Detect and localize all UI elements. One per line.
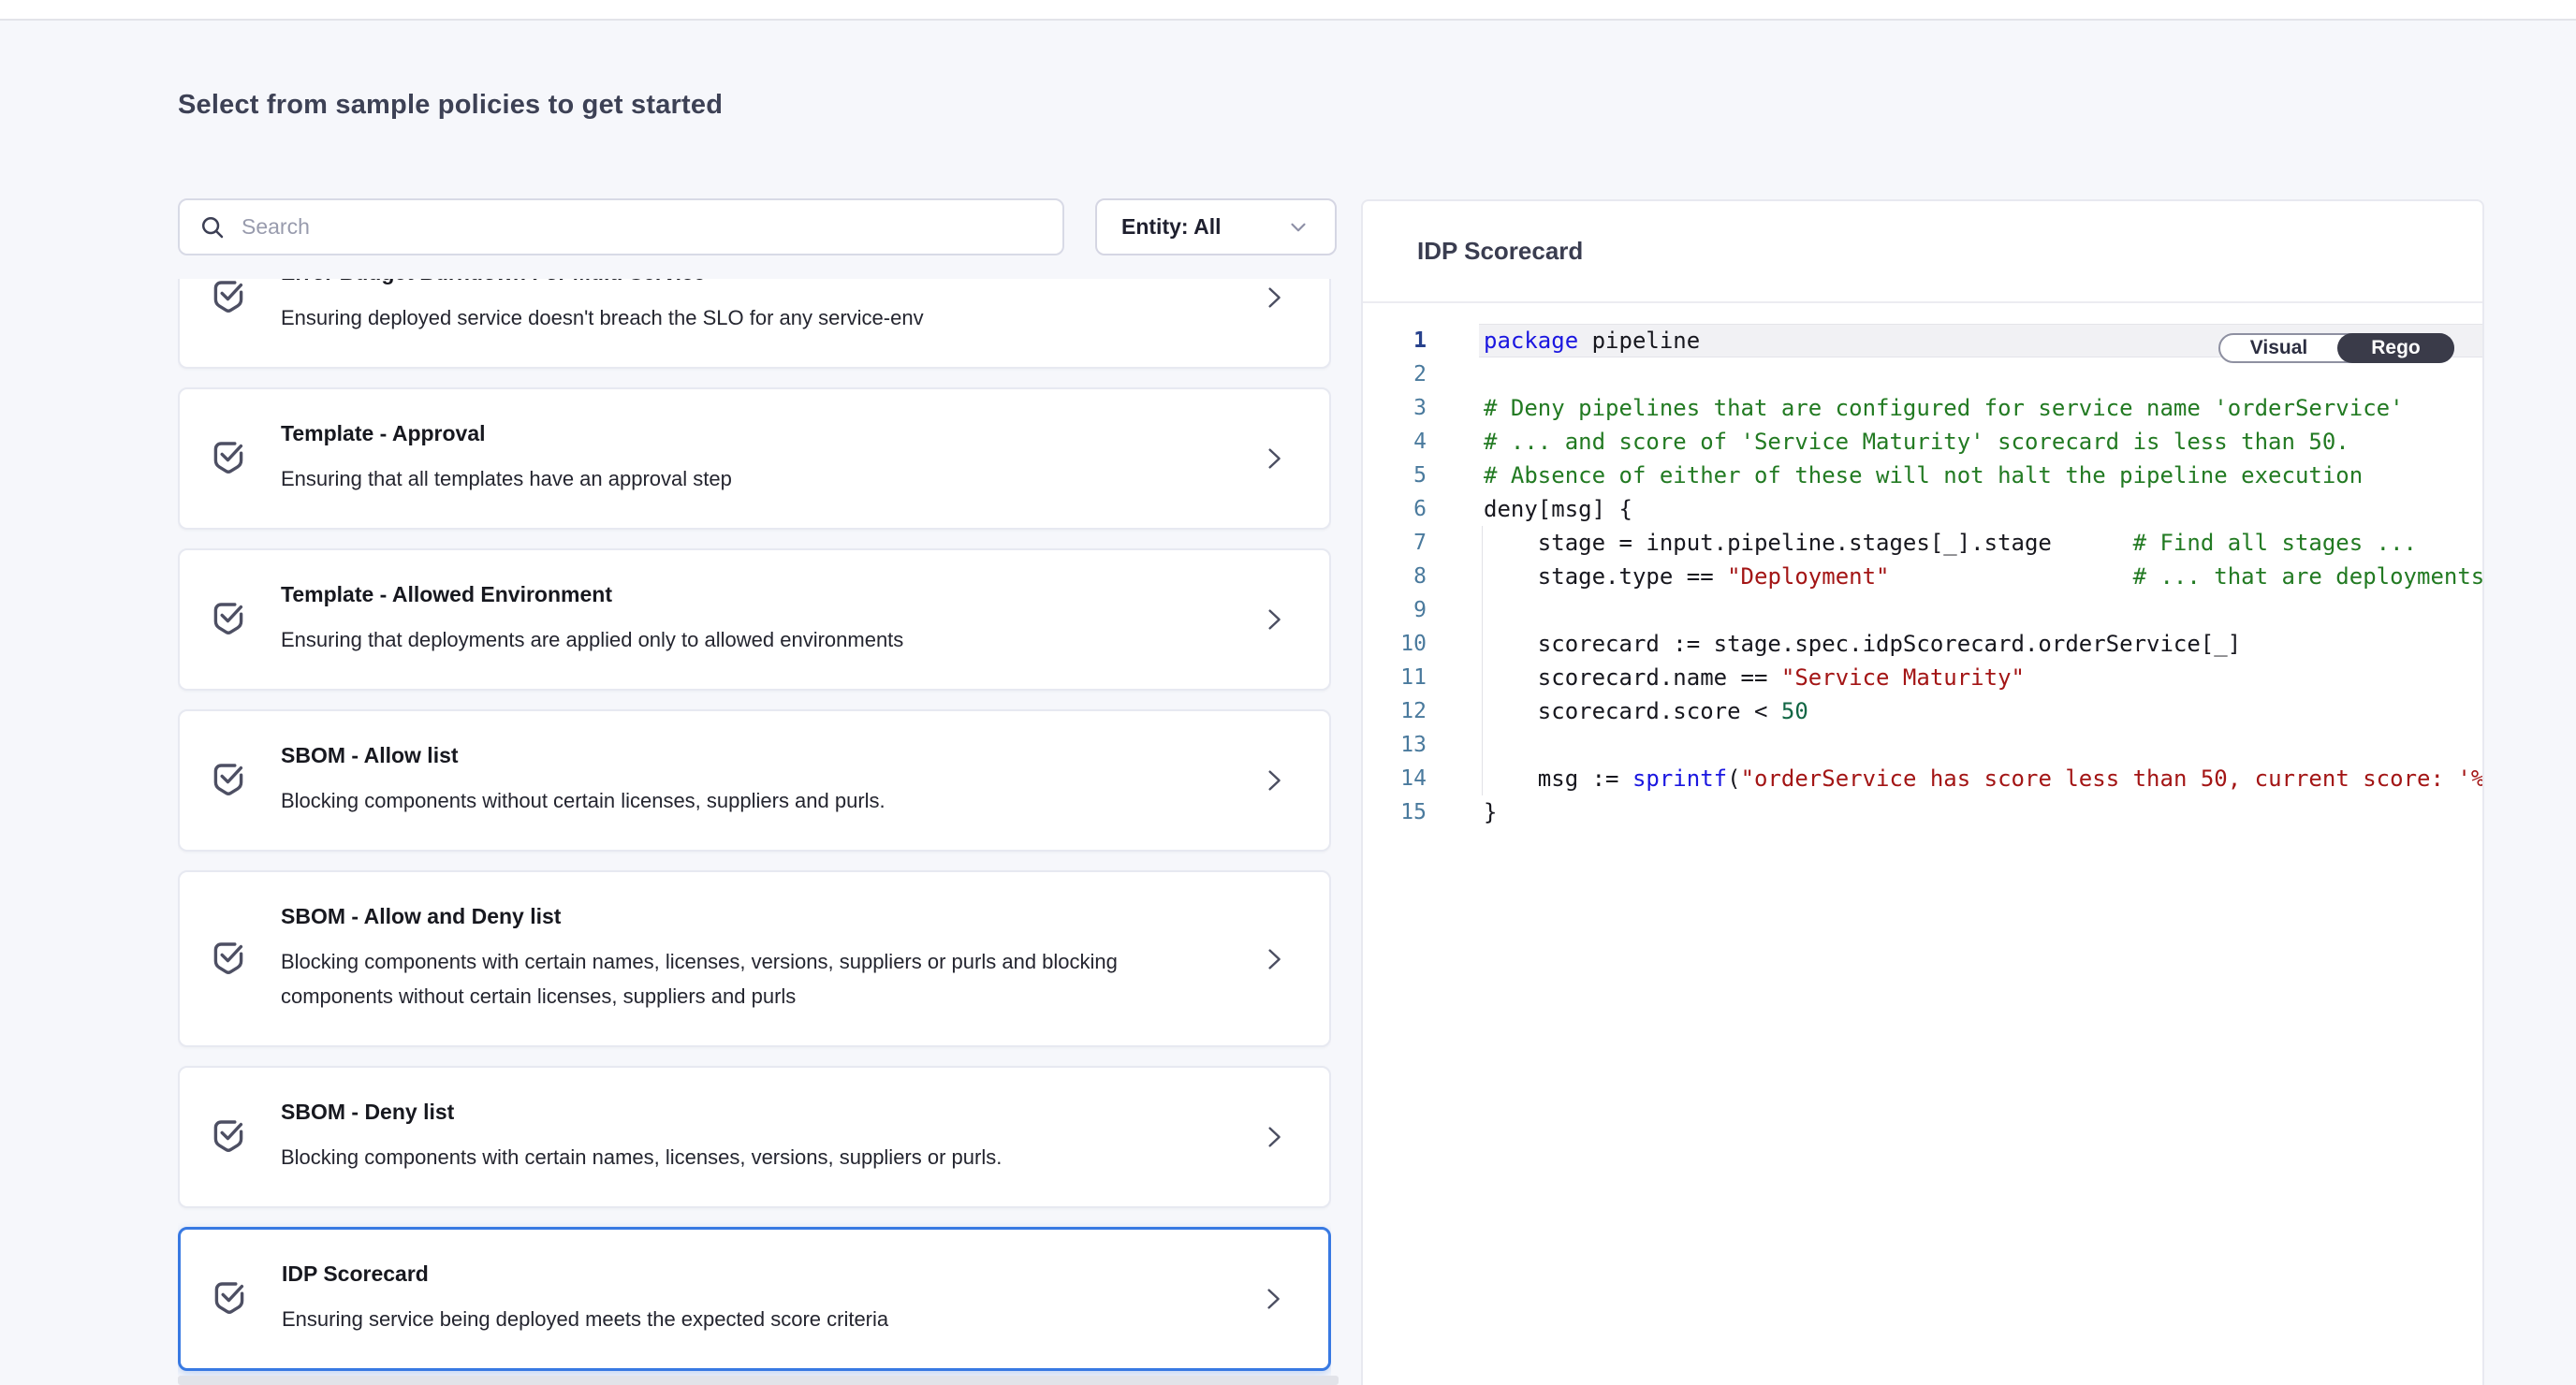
- shield-check-icon: [206, 434, 251, 483]
- policy-card-text: SBOM - Allow list Blocking components wi…: [281, 743, 1329, 818]
- policy-card-text: SBOM - Deny list Blocking components wit…: [281, 1100, 1329, 1174]
- policy-title: SBOM - Allow list: [281, 743, 1208, 768]
- view-mode-toggle: Visual Rego: [2218, 333, 2454, 363]
- policy-card[interactable]: Error Budget Burndown For Multi Service …: [178, 279, 1331, 369]
- chevron-right-icon: [1259, 1283, 1287, 1315]
- code-editor[interactable]: 1package pipeline23# Deny pipelines that…: [1363, 324, 2482, 829]
- code-line-text: scorecard := stage.spec.idpScorecard.ord…: [1479, 631, 2482, 657]
- top-edge-strip: [0, 0, 2576, 21]
- code-line-text: stage.type == "Deployment" # ... that ar…: [1479, 563, 2482, 590]
- code-line-text: msg := sprintf("orderService has score l…: [1479, 765, 2482, 792]
- shield-check-icon: [206, 1113, 251, 1161]
- policy-description: Ensuring service being deployed meets th…: [282, 1302, 1207, 1336]
- policy-description: Blocking components with certain names, …: [281, 1140, 1208, 1174]
- policy-title: SBOM - Allow and Deny list: [281, 904, 1208, 929]
- chevron-right-icon: [1260, 1121, 1288, 1153]
- line-number: 10: [1363, 632, 1479, 656]
- line-number: 14: [1363, 766, 1479, 791]
- chevron-right-icon: [1260, 282, 1288, 313]
- code-line: 8 stage.type == "Deployment" # ... that …: [1363, 560, 2482, 593]
- policy-card-text: Template - Approval Ensuring that all te…: [281, 421, 1329, 496]
- entity-filter-dropdown[interactable]: Entity: All: [1095, 198, 1337, 255]
- shield-check-icon: [206, 935, 251, 984]
- policy-description: Ensuring deployed service doesn't breach…: [281, 300, 1208, 335]
- policy-card-text: Error Budget Burndown For Multi Service …: [281, 279, 1329, 335]
- code-line: 14 msg := sprintf("orderService has scor…: [1363, 762, 2482, 795]
- policy-card-text: IDP Scorecard Ensuring service being dep…: [282, 1261, 1328, 1336]
- line-number: 2: [1363, 362, 1479, 386]
- code-line: 15}: [1363, 795, 2482, 829]
- line-number: 11: [1363, 665, 1479, 690]
- policy-detail-panel: IDP Scorecard Visual Rego 1package pipel…: [1361, 199, 2484, 1385]
- entity-filter-value: Entity: All: [1121, 214, 1221, 240]
- policy-card[interactable]: Template - Allowed Environment Ensuring …: [178, 548, 1331, 691]
- line-number: 1: [1363, 328, 1479, 353]
- code-line: 3# Deny pipelines that are configured fo…: [1363, 391, 2482, 425]
- policy-description: Blocking components without certain lice…: [281, 783, 1208, 818]
- code-line-text: stage = input.pipeline.stages[_].stage #…: [1479, 530, 2482, 556]
- line-number: 6: [1363, 497, 1479, 521]
- code-line: 5# Absence of either of these will not h…: [1363, 459, 2482, 492]
- policy-card[interactable]: Template - Approval Ensuring that all te…: [178, 387, 1331, 530]
- search-icon: [198, 213, 227, 241]
- panel-title: IDP Scorecard: [1417, 237, 1583, 266]
- shield-check-icon: [207, 1275, 252, 1323]
- line-number: 9: [1363, 598, 1479, 622]
- policy-description: Ensuring that deployments are applied on…: [281, 622, 1208, 657]
- code-line: 11 scorecard.name == "Service Maturity": [1363, 661, 2482, 694]
- code-line-text: # Absence of either of these will not ha…: [1479, 462, 2482, 488]
- code-line: 4# ... and score of 'Service Maturity' s…: [1363, 425, 2482, 459]
- code-line-text: deny[msg] {: [1479, 496, 2482, 522]
- policy-title: SBOM - Deny list: [281, 1100, 1208, 1125]
- policy-card-text: Template - Allowed Environment Ensuring …: [281, 582, 1329, 657]
- code-line: 10 scorecard := stage.spec.idpScorecard.…: [1363, 627, 2482, 661]
- code-line: 13: [1363, 728, 2482, 762]
- chevron-right-icon: [1260, 765, 1288, 796]
- policy-title: Error Budget Burndown For Multi Service: [281, 279, 1208, 285]
- horizontal-scrollbar[interactable]: [178, 1376, 1339, 1385]
- policy-list: Error Budget Burndown For Multi Service …: [178, 279, 1331, 1376]
- code-line: 12 scorecard.score < 50: [1363, 694, 2482, 728]
- policy-card[interactable]: SBOM - Allow and Deny list Blocking comp…: [178, 870, 1331, 1047]
- panel-header: IDP Scorecard: [1363, 201, 2482, 303]
- shield-check-icon: [206, 279, 251, 322]
- shield-check-icon: [206, 595, 251, 644]
- policy-description: Ensuring that all templates have an appr…: [281, 461, 1208, 496]
- search-box[interactable]: [178, 198, 1064, 255]
- policy-card[interactable]: SBOM - Deny list Blocking components wit…: [178, 1066, 1331, 1208]
- page-title: Select from sample policies to get start…: [178, 90, 723, 121]
- policy-card-text: SBOM - Allow and Deny list Blocking comp…: [281, 904, 1329, 1013]
- policy-description: Blocking components with certain names, …: [281, 944, 1208, 1013]
- policy-card-selected[interactable]: IDP Scorecard Ensuring service being dep…: [178, 1227, 1331, 1371]
- code-line: 6deny[msg] {: [1363, 492, 2482, 526]
- code-line-text: scorecard.score < 50: [1479, 698, 2482, 724]
- policy-title: Template - Approval: [281, 421, 1208, 446]
- policy-title: Template - Allowed Environment: [281, 582, 1208, 607]
- chevron-right-icon: [1260, 604, 1288, 635]
- line-number: 5: [1363, 463, 1479, 488]
- code-area: Visual Rego 1package pipeline23# Deny pi…: [1363, 303, 2482, 1385]
- code-line-text: # Deny pipelines that are configured for…: [1479, 395, 2482, 421]
- line-number: 7: [1363, 531, 1479, 555]
- chevron-right-icon: [1260, 943, 1288, 975]
- chevron-down-icon: [1286, 215, 1310, 240]
- line-number: 12: [1363, 699, 1479, 723]
- toggle-option-visual[interactable]: Visual: [2220, 335, 2337, 361]
- toggle-option-rego[interactable]: Rego: [2337, 333, 2454, 363]
- code-line-text: scorecard.name == "Service Maturity": [1479, 664, 2482, 691]
- policy-title: IDP Scorecard: [282, 1261, 1207, 1287]
- policy-card[interactable]: SBOM - Allow list Blocking components wi…: [178, 709, 1331, 852]
- code-line: 9: [1363, 593, 2482, 627]
- search-input[interactable]: [242, 214, 1044, 240]
- line-number: 15: [1363, 800, 1479, 824]
- line-number: 8: [1363, 564, 1479, 589]
- line-number: 3: [1363, 396, 1479, 420]
- line-number: 13: [1363, 733, 1479, 757]
- code-line-text: # ... and score of 'Service Maturity' sc…: [1479, 429, 2482, 455]
- code-line: 7 stage = input.pipeline.stages[_].stage…: [1363, 526, 2482, 560]
- chevron-right-icon: [1260, 443, 1288, 474]
- code-line-text: }: [1479, 799, 2482, 825]
- shield-check-icon: [206, 756, 251, 805]
- line-number: 4: [1363, 430, 1479, 454]
